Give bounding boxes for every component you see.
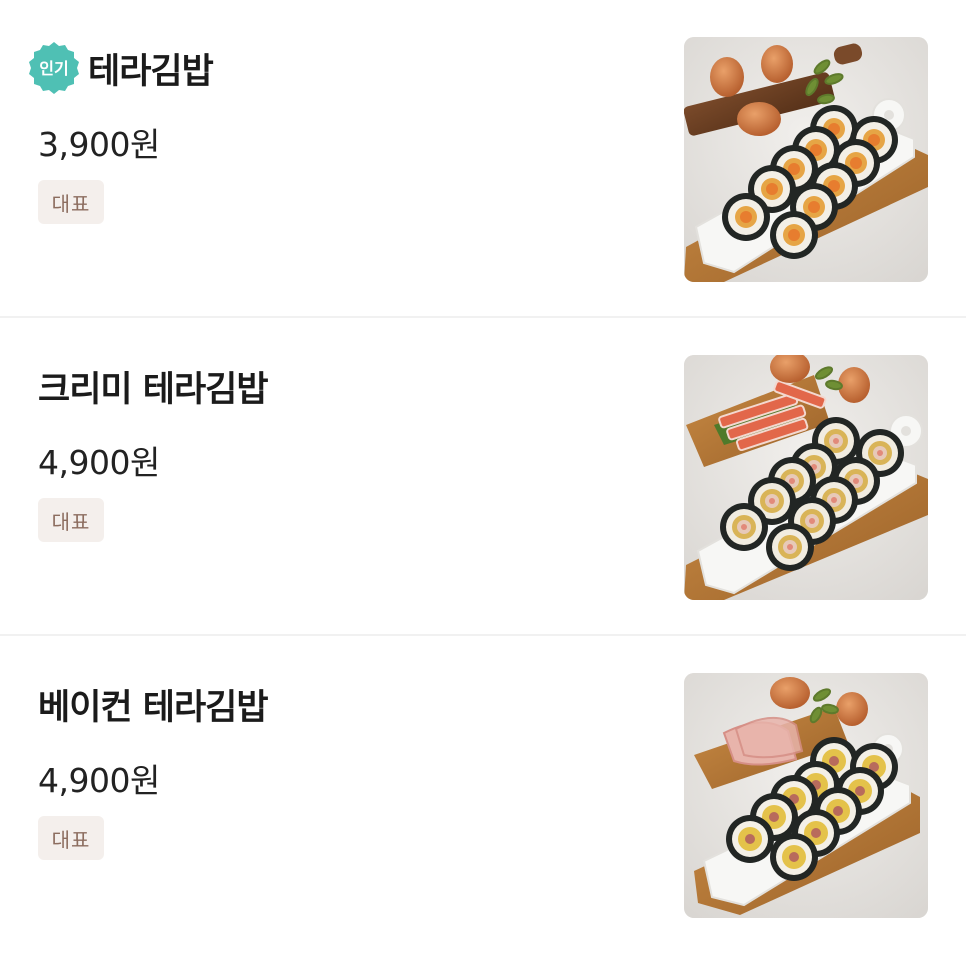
menu-item-image[interactable] (684, 673, 928, 918)
menu-item-name: 테라김밥 (88, 51, 214, 92)
menu-item-tag: 대표 (38, 498, 104, 542)
crab-kimbap-plate-photo-icon (684, 355, 928, 600)
menu-item-price: 3,900원 (38, 125, 160, 164)
menu-item-tera-kimbap[interactable]: 인기 테라김밥 3,900원 대표 (0, 0, 966, 318)
menu-item-image[interactable] (684, 37, 928, 282)
bacon-kimbap-plate-photo-icon (684, 673, 928, 918)
menu-item-title-row: 인기 테라김밥 (29, 42, 214, 94)
menu-item-image[interactable] (684, 355, 928, 600)
menu-item-title-row: 크리미 테라김밥 (38, 362, 269, 410)
popular-badge: 인기 (26, 40, 82, 96)
menu-item-name: 크리미 테라김밥 (38, 369, 269, 410)
menu-list: 인기 테라김밥 3,900원 대표 크리미 테라김밥 4,900원 대표 베이컨… (0, 0, 966, 954)
menu-item-tag: 대표 (38, 180, 104, 224)
popular-badge-icon: 인기 (29, 42, 79, 94)
menu-item-tag: 대표 (38, 816, 104, 860)
menu-item-creamy-tera-kimbap[interactable]: 크리미 테라김밥 4,900원 대표 (0, 318, 966, 636)
menu-item-name: 베이컨 테라김밥 (38, 687, 269, 728)
menu-item-price: 4,900원 (38, 761, 160, 800)
menu-item-bacon-tera-kimbap[interactable]: 베이컨 테라김밥 4,900원 대표 (0, 636, 966, 954)
menu-item-title-row: 베이컨 테라김밥 (38, 680, 269, 728)
popular-badge-label: 인기 (39, 59, 68, 78)
menu-item-price: 4,900원 (38, 443, 160, 482)
egg-kimbap-plate-photo-icon (684, 37, 928, 282)
